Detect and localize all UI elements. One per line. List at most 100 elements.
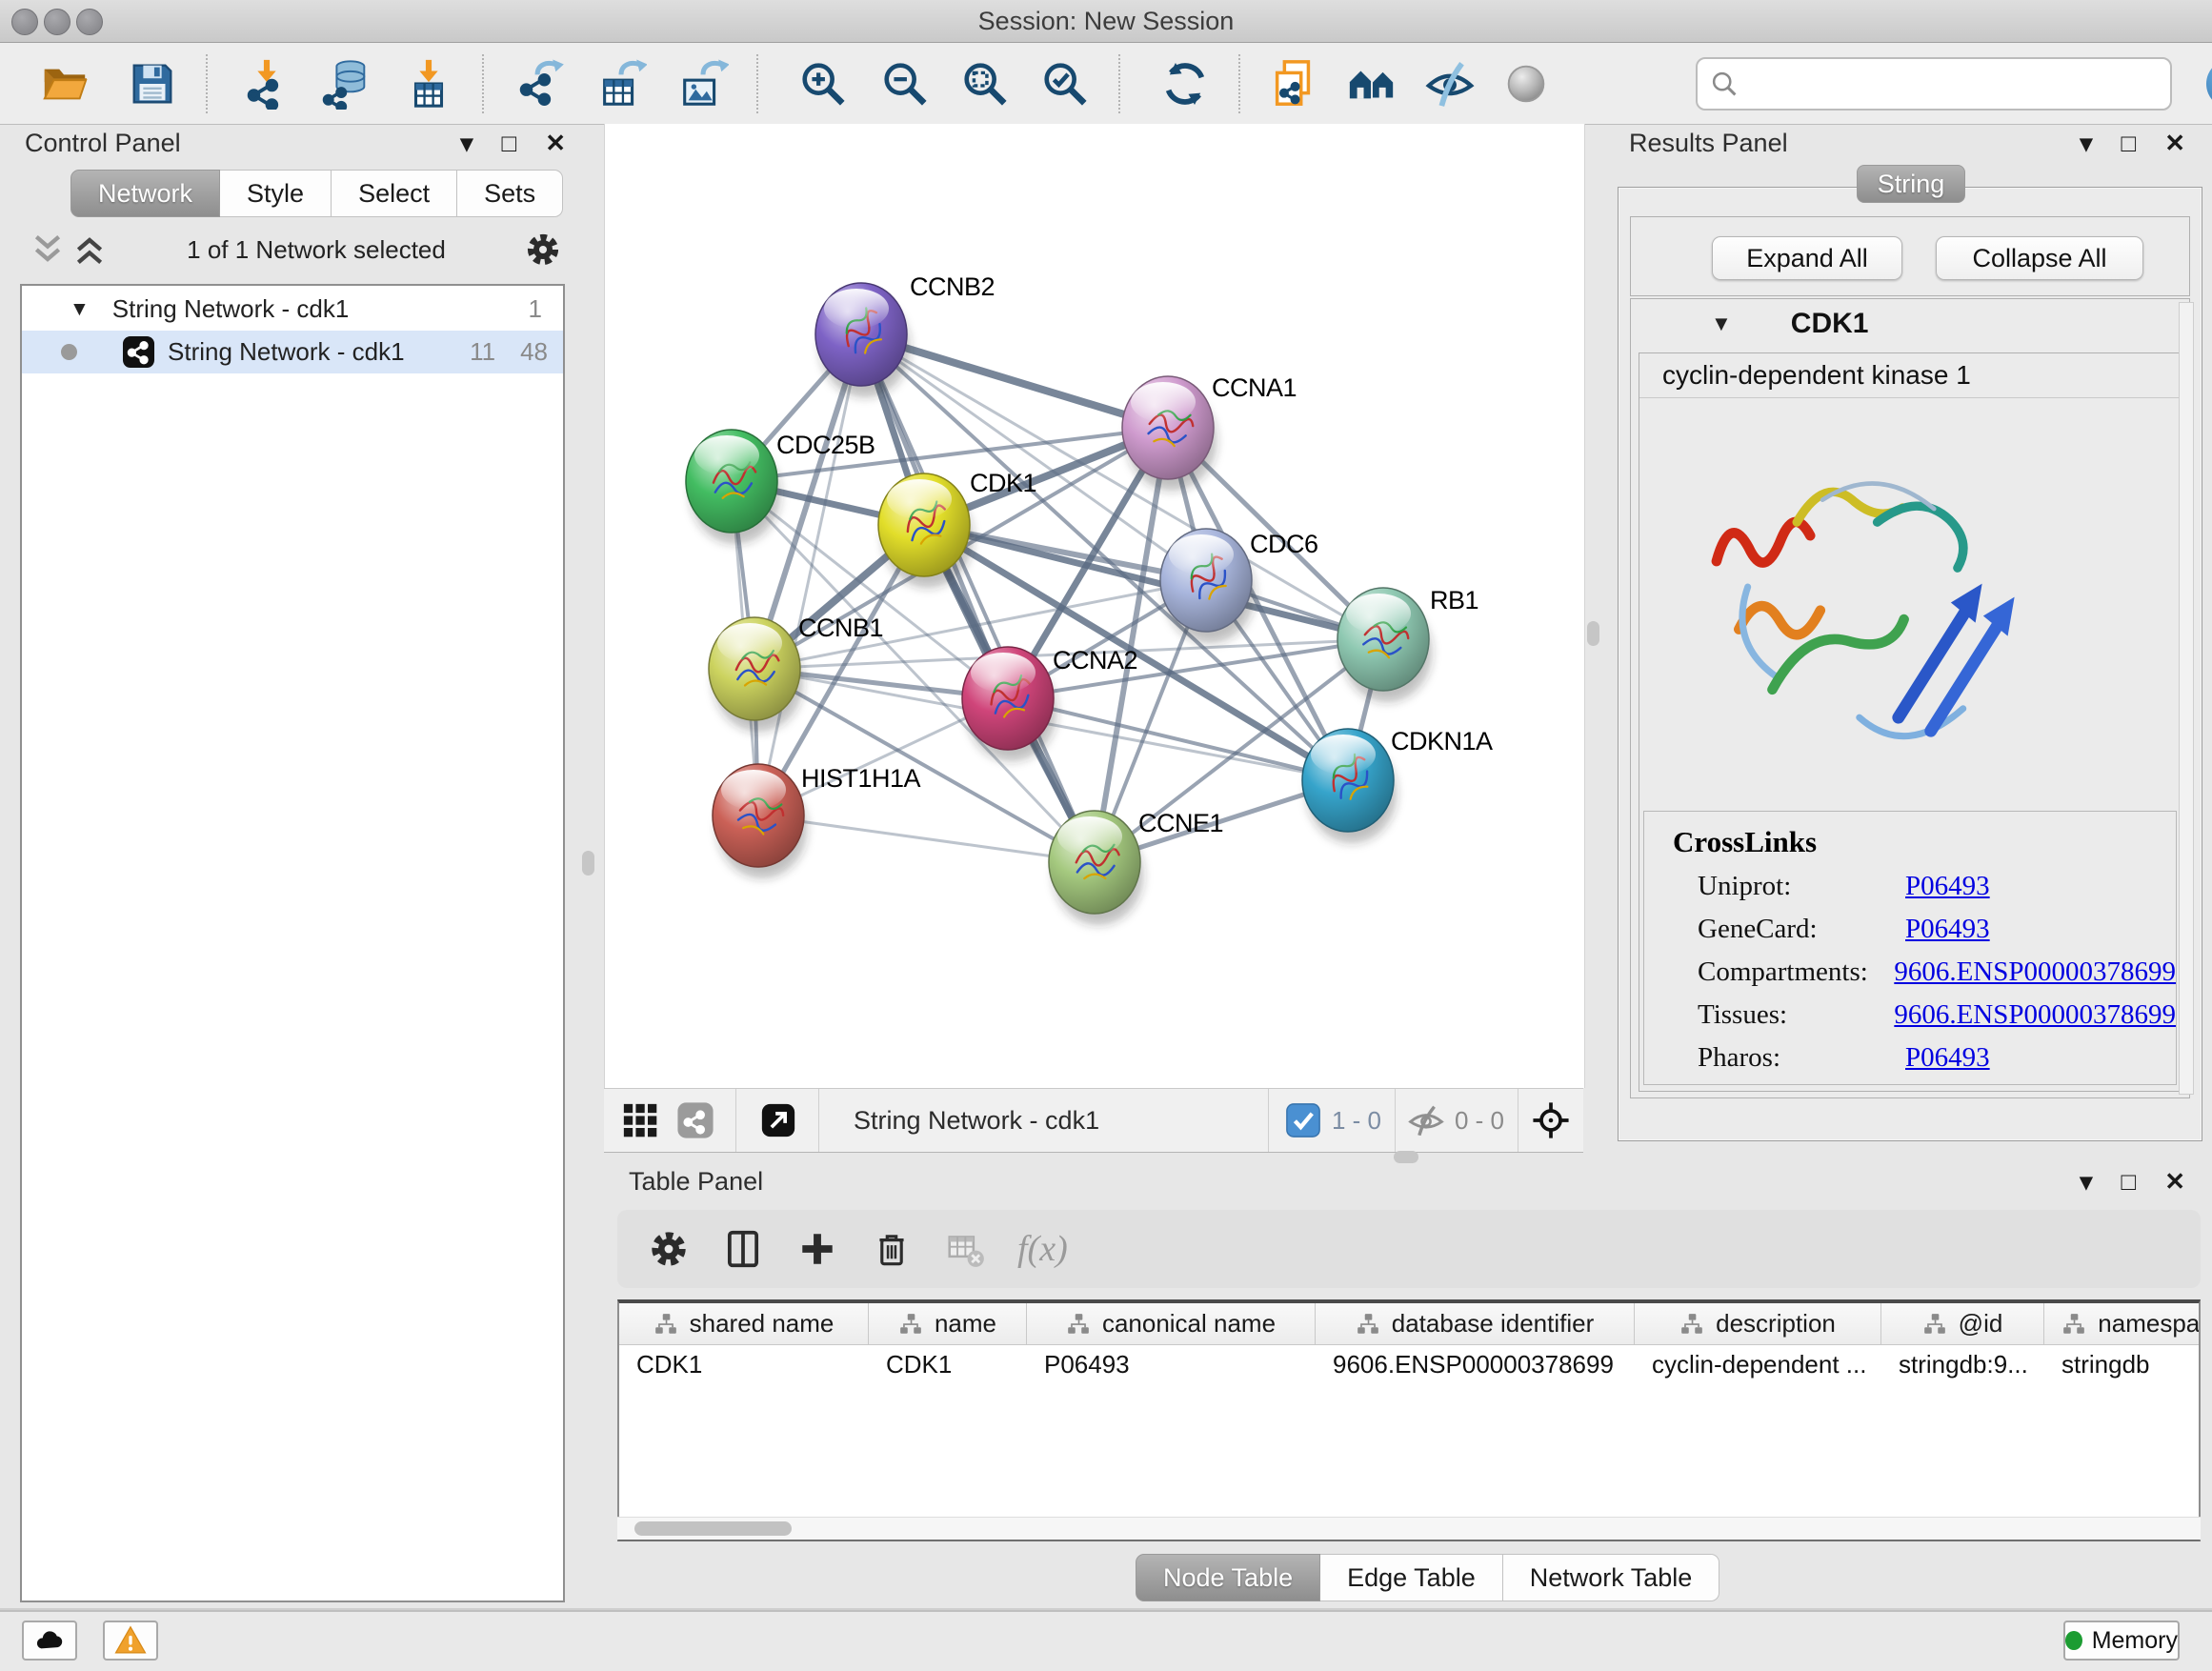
network-node-CCNB1[interactable] bbox=[709, 617, 803, 732]
cloud-button[interactable] bbox=[22, 1621, 77, 1661]
network-row[interactable]: String Network - cdk1 11 48 bbox=[22, 331, 563, 373]
zoom-out-icon[interactable] bbox=[878, 57, 932, 111]
help-button[interactable]: ? bbox=[2206, 59, 2212, 109]
import-network-file-icon[interactable] bbox=[240, 57, 293, 111]
crosslink-value-link[interactable]: P06493 bbox=[1905, 914, 1990, 945]
apply-preferred-layout-icon[interactable] bbox=[1158, 57, 1212, 111]
scrollbar-thumb[interactable] bbox=[634, 1521, 792, 1536]
panel-close-icon[interactable]: ✕ bbox=[2164, 1167, 2185, 1197]
network-node-CDKN1A[interactable] bbox=[1302, 729, 1397, 843]
splitter-handle[interactable] bbox=[1587, 621, 1599, 646]
network-node-CCNB2[interactable] bbox=[815, 283, 910, 397]
warning-icon bbox=[113, 1623, 148, 1658]
import-network-database-icon[interactable] bbox=[320, 57, 373, 111]
crosslink-value-link[interactable]: P06493 bbox=[1905, 1042, 1990, 1074]
warning-button[interactable] bbox=[103, 1621, 158, 1661]
table-row[interactable]: CDK1CDK1P064939606.ENSP00000378699cyclin… bbox=[619, 1345, 2199, 1383]
delete-column-trash-icon[interactable] bbox=[869, 1226, 915, 1272]
splitter-handle[interactable] bbox=[582, 851, 594, 876]
cytoscape-window: Session: New Session ? Control Panel ▾ □… bbox=[0, 0, 2212, 1671]
panel-float-icon[interactable]: □ bbox=[2121, 1167, 2136, 1197]
open-session-icon[interactable] bbox=[38, 57, 91, 111]
column-header-database-identifier[interactable]: database identifier bbox=[1316, 1303, 1635, 1344]
results-panel-title: Results Panel bbox=[1629, 129, 1788, 158]
splitter-handle[interactable] bbox=[1394, 1151, 1418, 1163]
crosslink-value-link[interactable]: P06493 bbox=[1905, 871, 1990, 902]
expand-all-icon[interactable] bbox=[69, 229, 111, 271]
network-node-CDC6[interactable] bbox=[1160, 529, 1255, 643]
results-scrollbar[interactable] bbox=[2179, 302, 2194, 1095]
tab-network[interactable]: Network bbox=[70, 170, 220, 217]
export-table-icon[interactable] bbox=[594, 57, 648, 111]
table-horizontal-scrollbar[interactable] bbox=[617, 1517, 2201, 1540]
panel-menu-icon[interactable]: ▾ bbox=[460, 129, 473, 158]
panel-float-icon[interactable]: □ bbox=[501, 129, 516, 158]
center-view-icon[interactable] bbox=[1530, 1099, 1572, 1141]
birds-eye-view-icon[interactable] bbox=[1345, 57, 1398, 111]
panel-menu-icon[interactable]: ▾ bbox=[2080, 129, 2092, 158]
memory-label: Memory bbox=[2092, 1627, 2178, 1655]
add-column-icon[interactable] bbox=[794, 1226, 840, 1272]
tab-sets[interactable]: Sets bbox=[457, 170, 563, 217]
table-settings-gear-icon[interactable] bbox=[646, 1226, 692, 1272]
tab-style[interactable]: Style bbox=[220, 170, 332, 217]
toolbar-separator bbox=[206, 54, 208, 113]
gear-icon[interactable] bbox=[522, 229, 564, 271]
grid-view-icon[interactable] bbox=[619, 1099, 661, 1141]
column-header-namespace[interactable]: namespace bbox=[2044, 1303, 2201, 1344]
detach-view-icon[interactable] bbox=[757, 1099, 799, 1141]
tab-network-table[interactable]: Network Table bbox=[1503, 1554, 1720, 1601]
expand-all-button[interactable]: Expand All bbox=[1712, 236, 1902, 280]
tab-edge-table[interactable]: Edge Table bbox=[1320, 1554, 1503, 1601]
export-network-icon[interactable] bbox=[513, 57, 566, 111]
network-node-CCNA1[interactable] bbox=[1122, 376, 1217, 491]
network-node-CCNA2[interactable] bbox=[962, 647, 1056, 761]
network-canvas[interactable]: CCNB2CCNA1CDC25BCDK1CDC6RB1CCNB1CCNA2CDK… bbox=[604, 124, 1585, 1088]
column-header-shared-name[interactable]: shared name bbox=[619, 1303, 869, 1344]
selected-checkbox-icon[interactable] bbox=[1282, 1099, 1324, 1141]
column-header-description[interactable]: description bbox=[1635, 1303, 1881, 1344]
zoom-in-icon[interactable] bbox=[796, 57, 850, 111]
gene-expander-icon[interactable]: ▼ bbox=[1711, 312, 1732, 336]
export-image-icon[interactable] bbox=[676, 57, 730, 111]
tab-select[interactable]: Select bbox=[332, 170, 457, 217]
table-tabs: Node TableEdge TableNetwork Table bbox=[1136, 1554, 1719, 1601]
panel-close-icon[interactable]: ✕ bbox=[545, 129, 566, 158]
network-node-HIST1H1A[interactable] bbox=[713, 764, 807, 878]
panel-menu-icon[interactable]: ▾ bbox=[2080, 1167, 2092, 1197]
toolbar-separator bbox=[756, 54, 758, 113]
network-view-panel: CCNB2CCNA1CDC25BCDK1CDC6RB1CCNB1CCNA2CDK… bbox=[604, 124, 1583, 1151]
control-panel-title: Control Panel bbox=[25, 129, 181, 158]
network-node-RB1[interactable] bbox=[1337, 588, 1432, 702]
network-node-CDC25B[interactable] bbox=[686, 430, 780, 544]
zoom-fit-content-icon[interactable] bbox=[958, 57, 1012, 111]
column-header-canonical-name[interactable]: canonical name bbox=[1027, 1303, 1316, 1344]
crosslink-row: Compartments:9606.ENSP00000378699 bbox=[1644, 951, 2176, 994]
search-input[interactable] bbox=[1696, 57, 2172, 111]
panel-close-icon[interactable]: ✕ bbox=[2164, 129, 2185, 158]
panel-float-icon[interactable]: □ bbox=[2121, 129, 2136, 158]
hide-selected-icon[interactable] bbox=[1423, 57, 1477, 111]
import-table-file-icon[interactable] bbox=[402, 57, 455, 111]
column-header--id[interactable]: @id bbox=[1881, 1303, 2044, 1344]
gene-header-row[interactable]: ▼ CDK1 bbox=[1631, 299, 2189, 349]
crosslink-row: Uniprot:P06493 bbox=[1644, 865, 2176, 908]
show-columns-icon[interactable] bbox=[720, 1226, 766, 1272]
network-from-selection-icon[interactable] bbox=[1267, 57, 1320, 111]
tab-string[interactable]: String bbox=[1857, 165, 1965, 203]
crosslink-value-link[interactable]: 9606.ENSP00000378699 bbox=[1894, 999, 2176, 1031]
collapse-all-icon[interactable] bbox=[27, 229, 69, 271]
network-collection-row[interactable]: ▼ String Network - cdk1 1 bbox=[22, 288, 563, 331]
memory-button[interactable]: Memory bbox=[2063, 1621, 2180, 1661]
network-overview-icon[interactable] bbox=[674, 1099, 716, 1141]
save-session-icon[interactable] bbox=[126, 57, 179, 111]
crosslink-value-link[interactable]: 9606.ENSP00000378699 bbox=[1894, 956, 2176, 988]
zoom-selected-icon[interactable] bbox=[1038, 57, 1092, 111]
network-node-CDK1[interactable] bbox=[878, 473, 973, 588]
hidden-eye-icon[interactable] bbox=[1405, 1099, 1447, 1141]
collection-expander-icon[interactable]: ▼ bbox=[70, 298, 90, 321]
tab-node-table[interactable]: Node Table bbox=[1136, 1554, 1320, 1601]
network-node-CCNE1[interactable] bbox=[1049, 811, 1143, 925]
collapse-all-button[interactable]: Collapse All bbox=[1936, 236, 2143, 280]
column-header-name[interactable]: name bbox=[869, 1303, 1027, 1344]
